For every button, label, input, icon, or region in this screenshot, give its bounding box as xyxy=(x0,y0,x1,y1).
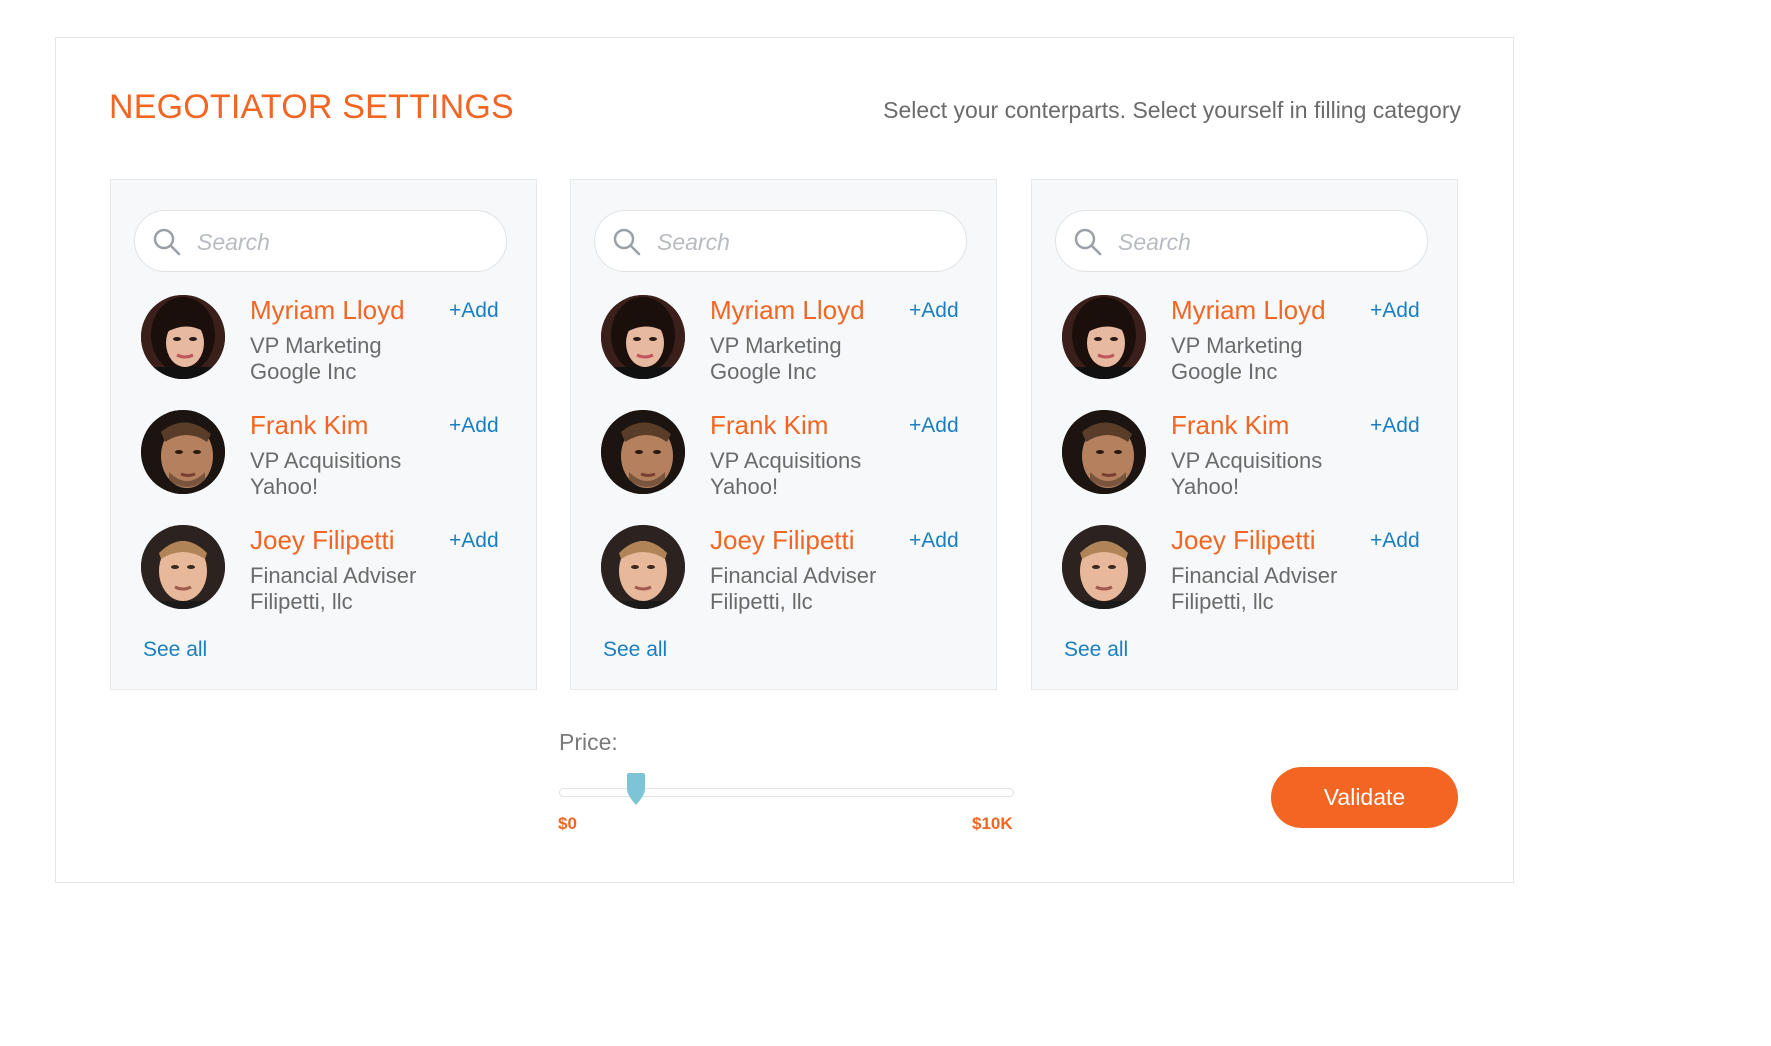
person-item: Myriam Lloyd VP Marketing Google Inc +Add xyxy=(1032,295,1457,395)
avatar xyxy=(601,295,685,379)
person-name: Myriam Lloyd xyxy=(250,295,405,325)
search-box[interactable] xyxy=(134,210,507,272)
search-input[interactable] xyxy=(195,223,489,261)
person-item: Myriam Lloyd VP Marketing Google Inc +Add xyxy=(111,295,536,395)
avatar xyxy=(141,525,225,609)
add-person-link[interactable]: +Add xyxy=(1370,299,1420,323)
person-item: Frank Kim VP Acquisitions Yahoo! +Add xyxy=(571,410,996,510)
search-input[interactable] xyxy=(1116,223,1410,261)
avatar-photo-icon xyxy=(601,525,685,609)
avatar-photo-icon xyxy=(1062,525,1146,609)
add-person-link[interactable]: +Add xyxy=(1370,414,1420,438)
page-subtitle: Select your conterparts. Select yourself… xyxy=(883,97,1461,123)
counterpart-panel: Myriam LloydVP MarketingGoogle Inc+AddFr… xyxy=(570,179,997,690)
price-label: Price: xyxy=(559,729,618,755)
person-company: Google Inc xyxy=(250,359,357,384)
search-icon xyxy=(1074,228,1102,256)
person-name: Myriam Lloyd xyxy=(1171,295,1326,325)
person-item: Joey Filipetti Financial Adviser Filipetti… xyxy=(571,525,996,625)
person-role: VP Marketing xyxy=(250,333,382,358)
add-person-link[interactable]: +Add xyxy=(1370,529,1420,553)
see-all-link[interactable]: See all xyxy=(143,638,207,662)
avatar-photo-icon xyxy=(1062,410,1146,494)
avatar-photo-icon xyxy=(1062,295,1146,379)
person-item: Joey Filipetti Financial Adviser Filipetti… xyxy=(1032,525,1457,625)
search-icon xyxy=(613,228,641,256)
slider-pin-icon xyxy=(627,773,646,805)
person-item: Joey Filipetti Financial Adviser Filipetti… xyxy=(111,525,536,625)
person-company: Filipetti, llc xyxy=(250,589,353,614)
price-min-label: $0 xyxy=(558,814,577,833)
person-role: VP Marketing xyxy=(710,333,842,358)
see-all-link[interactable]: See all xyxy=(1064,638,1128,662)
search-box[interactable] xyxy=(1055,210,1428,272)
person-company: Yahoo! xyxy=(250,474,319,499)
person-name: Joey Filipetti xyxy=(250,525,395,555)
see-all-link[interactable]: See all xyxy=(603,638,667,662)
person-item: Frank Kim VP Acquisitions Yahoo! +Add xyxy=(1032,410,1457,510)
person-role: VP Acquisitions xyxy=(1171,448,1323,473)
person-company: Filipetti, llc xyxy=(1171,589,1274,614)
person-role: VP Acquisitions xyxy=(250,448,402,473)
add-person-link[interactable]: +Add xyxy=(909,529,959,553)
counterpart-panel: Myriam LloydVP MarketingGoogle Inc+AddFr… xyxy=(1031,179,1458,690)
avatar-photo-icon xyxy=(141,295,225,379)
avatar xyxy=(601,410,685,494)
person-name: Frank Kim xyxy=(1171,410,1290,440)
person-name: Myriam Lloyd xyxy=(710,295,865,325)
price-max-label: $10K xyxy=(972,814,1013,833)
person-company: Google Inc xyxy=(1171,359,1278,384)
avatar xyxy=(1062,525,1146,609)
person-role: VP Marketing xyxy=(1171,333,1303,358)
avatar xyxy=(601,525,685,609)
add-person-link[interactable]: +Add xyxy=(449,299,499,323)
add-person-link[interactable]: +Add xyxy=(449,529,499,553)
person-role: Financial Adviser xyxy=(710,563,877,588)
add-person-link[interactable]: +Add xyxy=(909,414,959,438)
person-role: Financial Adviser xyxy=(1171,563,1338,588)
add-person-link[interactable]: +Add xyxy=(909,299,959,323)
avatar xyxy=(1062,410,1146,494)
person-item: Frank Kim VP Acquisitions Yahoo! +Add xyxy=(111,410,536,510)
avatar xyxy=(141,295,225,379)
person-role: VP Acquisitions xyxy=(710,448,862,473)
counterpart-panel: Myriam LloydVP MarketingGoogle Inc+AddFr… xyxy=(110,179,537,690)
person-company: Yahoo! xyxy=(710,474,779,499)
person-company: Yahoo! xyxy=(1171,474,1240,499)
person-name: Frank Kim xyxy=(250,410,369,440)
person-name: Frank Kim xyxy=(710,410,829,440)
avatar-photo-icon xyxy=(601,295,685,379)
avatar-photo-icon xyxy=(141,525,225,609)
page-title: NEGOTIATOR SETTINGS xyxy=(109,88,514,126)
avatar xyxy=(1062,295,1146,379)
add-person-link[interactable]: +Add xyxy=(449,414,499,438)
search-icon xyxy=(153,228,181,256)
validate-button[interactable]: Validate xyxy=(1271,767,1458,828)
person-item: Myriam Lloyd VP Marketing Google Inc +Add xyxy=(571,295,996,395)
person-company: Google Inc xyxy=(710,359,817,384)
avatar xyxy=(141,410,225,494)
search-input[interactable] xyxy=(655,223,949,261)
person-role: Financial Adviser xyxy=(250,563,417,588)
avatar-photo-icon xyxy=(141,410,225,494)
price-slider-handle[interactable] xyxy=(626,773,646,810)
person-company: Filipetti, llc xyxy=(710,589,813,614)
avatar-photo-icon xyxy=(601,410,685,494)
search-box[interactable] xyxy=(594,210,967,272)
person-name: Joey Filipetti xyxy=(1171,525,1316,555)
person-name: Joey Filipetti xyxy=(710,525,855,555)
